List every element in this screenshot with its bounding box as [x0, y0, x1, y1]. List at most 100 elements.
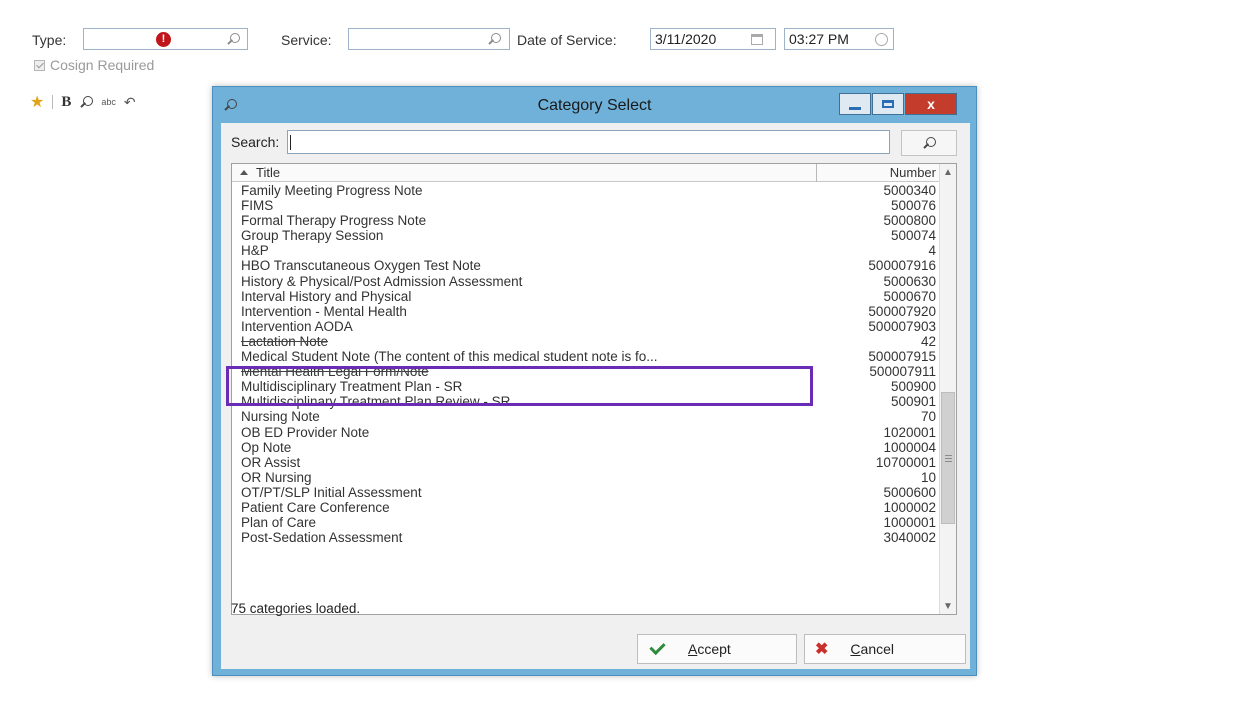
- list-row[interactable]: Intervention - Mental Health 500007920: [232, 304, 940, 319]
- accept-label: Accept: [688, 641, 731, 657]
- row-title: Op Note: [241, 439, 292, 455]
- grip-icon: [945, 455, 952, 456]
- cosign-checkbox: [34, 60, 45, 71]
- row-title: Intervention AODA: [241, 318, 353, 334]
- column-number-label: Number: [889, 165, 936, 180]
- list-row[interactable]: Medical Student Note (The content of thi…: [232, 349, 940, 364]
- accept-button[interactable]: Accept: [637, 634, 797, 664]
- list-row[interactable]: Patient Care Conference 1000002: [232, 500, 940, 515]
- maximize-button[interactable]: [872, 93, 904, 115]
- row-number: 4: [928, 243, 936, 259]
- service-label: Service:: [281, 32, 332, 48]
- list-row[interactable]: Interval History and Physical 5000670: [232, 289, 940, 304]
- scrollbar-thumb[interactable]: [941, 392, 955, 524]
- search-input[interactable]: [287, 130, 890, 154]
- list-row[interactable]: OT/PT/SLP Initial Assessment 5000600: [232, 485, 940, 500]
- toolbar-divider: [52, 95, 54, 109]
- close-button[interactable]: x: [905, 93, 957, 115]
- row-number: 70: [920, 409, 936, 425]
- date-value: 3/11/2020: [655, 31, 717, 47]
- vertical-scrollbar[interactable]: ▲ ▼: [939, 164, 956, 614]
- alert-icon: !: [156, 32, 171, 47]
- list-row[interactable]: Group Therapy Session 500074: [232, 228, 940, 243]
- row-number: 5000670: [883, 288, 936, 304]
- row-title: Medical Student Note (The content of thi…: [241, 349, 658, 365]
- spellcheck-icon[interactable]: abc: [101, 97, 116, 107]
- search-button[interactable]: [901, 130, 957, 156]
- cancel-label: Cancel: [850, 641, 894, 657]
- cancel-button[interactable]: ✖ Cancel: [804, 634, 966, 664]
- list-row[interactable]: Plan of Care 1000001: [232, 515, 940, 530]
- row-title: OR Nursing: [241, 469, 312, 485]
- list-row[interactable]: Multidisciplinary Treatment Plan Review …: [232, 394, 940, 409]
- list-row[interactable]: OR Assist 10700001: [232, 455, 940, 470]
- list-rows: Family Meeting Progress Note 5000340 FIMS 5…: [232, 183, 940, 545]
- list-header: Title Number: [232, 164, 940, 182]
- list-row[interactable]: Intervention AODA 500007903: [232, 319, 940, 334]
- list-row[interactable]: Mental Health Legal Form/Note 500007911: [232, 364, 940, 379]
- list-row[interactable]: Post-Sedation Assessment 3040002: [232, 530, 940, 545]
- row-number: 1020001: [883, 424, 936, 440]
- row-number: 500076: [890, 198, 936, 214]
- time-field[interactable]: 03:27 PM: [784, 28, 894, 50]
- row-title: Intervention - Mental Health: [241, 303, 407, 319]
- editor-toolbar: ★ B abc ↶: [30, 92, 136, 112]
- undo-icon[interactable]: ↶: [124, 94, 136, 111]
- row-number: 42: [920, 333, 936, 349]
- column-header-title[interactable]: Title: [240, 165, 280, 180]
- type-field[interactable]: !: [83, 28, 248, 50]
- calendar-icon[interactable]: [751, 34, 763, 45]
- row-number: 10700001: [875, 454, 936, 470]
- row-title: Multidisciplinary Treatment Plan - SR: [241, 379, 463, 395]
- scroll-down-icon[interactable]: ▼: [940, 598, 956, 614]
- list-row[interactable]: Lactation Note 42: [232, 334, 940, 349]
- list-row[interactable]: OB ED Provider Note 1020001: [232, 425, 940, 440]
- row-number: 500007916: [868, 258, 936, 274]
- list-row[interactable]: Op Note 1000004: [232, 440, 940, 455]
- row-number: 5000630: [883, 273, 936, 289]
- minimize-icon: [849, 106, 861, 110]
- scroll-up-icon[interactable]: ▲: [940, 164, 956, 180]
- row-title: Post-Sedation Assessment: [241, 530, 403, 546]
- category-list[interactable]: Title Number Family Meeting Progress Not…: [231, 163, 957, 615]
- list-row[interactable]: HBO Transcutaneous Oxygen Test Note 50000…: [232, 258, 940, 273]
- list-row[interactable]: Family Meeting Progress Note 5000340: [232, 183, 940, 198]
- row-title: Lactation Note: [241, 333, 329, 349]
- list-row[interactable]: H&P 4: [232, 243, 940, 258]
- row-number: 500007903: [868, 318, 936, 334]
- list-row[interactable]: History & Physical/Post Admission Assess…: [232, 274, 940, 289]
- close-icon: x: [927, 96, 935, 112]
- row-title: OR Assist: [241, 454, 301, 470]
- cosign-required: Cosign Required: [34, 57, 154, 73]
- bold-icon[interactable]: B: [61, 94, 71, 111]
- list-row[interactable]: OR Nursing 10: [232, 470, 940, 485]
- list-row[interactable]: Nursing Note 70: [232, 409, 940, 424]
- find-icon[interactable]: [79, 95, 94, 109]
- list-row[interactable]: Formal Therapy Progress Note 5000800: [232, 213, 940, 228]
- text-caret: [290, 135, 291, 150]
- row-number: 10: [920, 469, 936, 485]
- time-value: 03:27 PM: [789, 31, 849, 47]
- type-label: Type:: [32, 32, 67, 48]
- row-title: Interval History and Physical: [241, 288, 412, 304]
- favorite-star-icon[interactable]: ★: [30, 92, 44, 112]
- minimize-button[interactable]: [839, 93, 871, 115]
- row-title: History & Physical/Post Admission Assess…: [241, 273, 523, 289]
- row-title: Patient Care Conference: [241, 499, 390, 515]
- sort-ascending-icon: [240, 170, 248, 175]
- row-title: OB ED Provider Note: [241, 424, 370, 440]
- row-number: 500074: [890, 228, 936, 244]
- search-icon: [922, 136, 936, 150]
- row-number: 500007915: [868, 349, 936, 365]
- type-search-icon[interactable]: [226, 32, 240, 46]
- row-number: 5000340: [883, 183, 936, 198]
- column-header-number[interactable]: Number: [816, 164, 940, 182]
- service-field[interactable]: [348, 28, 510, 50]
- row-title: Multidisciplinary Treatment Plan Review …: [241, 394, 511, 410]
- service-search-icon[interactable]: [487, 32, 501, 46]
- list-row[interactable]: Multidisciplinary Treatment Plan - SR 500…: [232, 379, 940, 394]
- clock-icon[interactable]: [875, 33, 888, 46]
- date-field[interactable]: 3/11/2020: [650, 28, 776, 50]
- list-row[interactable]: FIMS 500076: [232, 198, 940, 213]
- dialog-body: Search: Title Number Family Meeting Prog…: [221, 123, 970, 669]
